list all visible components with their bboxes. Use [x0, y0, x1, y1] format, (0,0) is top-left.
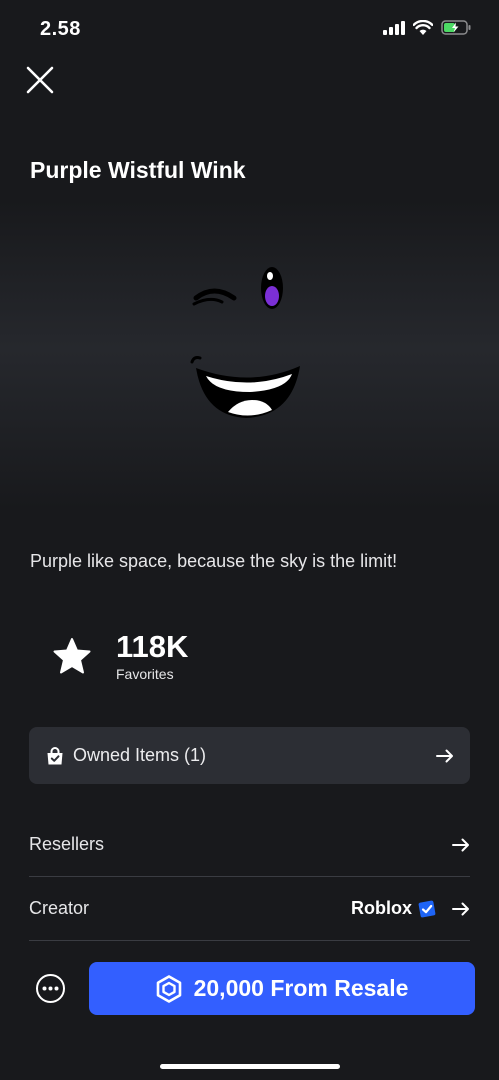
resellers-label: Resellers [29, 834, 105, 854]
arrow-right-icon [452, 838, 469, 851]
wifi-icon [413, 20, 433, 35]
favorites: 118K Favorites [52, 630, 188, 682]
buy-from-resale-button[interactable]: 20,000 From Resale [89, 962, 475, 1015]
robux-icon [156, 974, 181, 1003]
arrow-right-icon [436, 749, 453, 762]
status-time: 2.58 [40, 18, 81, 40]
owned-items-button[interactable]: Owned Items (1) [29, 727, 470, 784]
signal-icon [383, 20, 405, 35]
battery-icon [441, 20, 471, 35]
item-preview [0, 200, 499, 510]
favorites-text: 118K Favorites [116, 629, 189, 683]
verified-badge-icon [418, 900, 436, 917]
more-options-button[interactable] [36, 974, 65, 1003]
face-image [190, 267, 300, 418]
star-icon[interactable] [52, 636, 92, 676]
buy-button-label: 20,000 From Resale [193, 975, 409, 1001]
favorites-label: Favorites [116, 666, 174, 682]
creator-name[interactable]: Roblox [351, 898, 412, 919]
status-bar: 2.58 [0, 0, 499, 54]
creator-row[interactable]: Creator Roblox [29, 877, 470, 941]
owned-items-label: Owned Items (1) [73, 745, 207, 765]
close-icon [26, 66, 54, 94]
item-description: Purple like space, because the sky is th… [30, 551, 398, 571]
shopping-bag-icon [47, 746, 63, 764]
creator-label: Creator [29, 898, 90, 918]
more-icon [42, 986, 59, 991]
close-button[interactable] [22, 62, 58, 98]
resellers-row[interactable]: Resellers [29, 813, 470, 877]
arrow-right-icon [452, 902, 469, 915]
status-icons [383, 20, 471, 35]
favorites-count: 118K [116, 629, 189, 664]
home-indicator [160, 1064, 340, 1069]
item-title: Purple Wistful Wink [30, 157, 246, 183]
